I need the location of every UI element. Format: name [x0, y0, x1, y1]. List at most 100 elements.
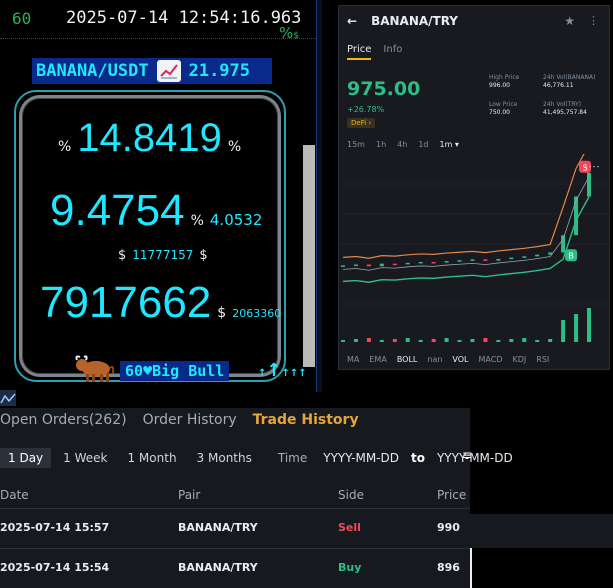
candle: [509, 257, 514, 260]
candle: [444, 261, 449, 263]
candle: [522, 256, 527, 258]
tab-order-history[interactable]: Order History: [143, 412, 237, 428]
volume-bar: [405, 338, 410, 342]
tf-15m[interactable]: 15m: [347, 140, 365, 149]
range-1-day[interactable]: 1 Day: [0, 448, 52, 468]
date-from-input[interactable]: YYYY-MM-DD: [323, 451, 399, 465]
share-icon[interactable]: ⋮: [588, 14, 599, 27]
mid-row: 9.4754 % 4.0532: [50, 186, 262, 236]
ticker-card: % 14.8419 % 9.4754 % 4.0532 $ 11777157 $…: [14, 90, 286, 382]
ticker-mini-label: %$: [279, 24, 299, 42]
upper-band-line: [342, 154, 585, 259]
range-3-months[interactable]: 3 Months: [189, 448, 260, 468]
back-arrow-icon[interactable]: ←: [347, 14, 357, 28]
chart-small-icon[interactable]: [0, 390, 16, 406]
tf-1d[interactable]: 1d: [418, 140, 428, 149]
stat-low: Low Price 750.00: [489, 101, 518, 116]
ticker-timestamp: 2025-07-14 12:54:16.963: [66, 8, 302, 28]
stat-high: High Price 996.00: [489, 74, 520, 89]
tab-info[interactable]: Info: [383, 44, 402, 60]
ticker-pair-name: BANANA/USDT: [36, 61, 149, 81]
row-pair: BANANA/TRY: [178, 521, 258, 534]
indicator-bar: MA EMA BOLL nan VOL MACD KDJ RSI: [339, 355, 609, 364]
row-side: Sell: [338, 521, 361, 534]
star-icon[interactable]: ★: [564, 14, 575, 28]
tf-1m[interactable]: 1m ▾: [440, 140, 459, 149]
table-row[interactable]: 2025-07-14 15:54 BANANA/TRY Buy 896: [0, 548, 470, 584]
volume-bar: [457, 340, 462, 342]
candle: [587, 172, 591, 197]
candle: [405, 262, 410, 265]
sell-marker-label: S: [582, 163, 587, 172]
defi-tag[interactable]: DeFi ›: [347, 118, 376, 128]
mid-small-value: 4.0532: [209, 211, 263, 229]
low-value: 7917662: [40, 278, 212, 327]
candle: [353, 264, 358, 267]
volume-bar: [353, 339, 358, 342]
row-side: Buy: [338, 561, 362, 574]
bull-icon: [74, 354, 116, 388]
ticker-pair-bar: BANANA/USDT 21.975: [32, 58, 272, 84]
panel-divider: [316, 0, 322, 392]
range-1-month[interactable]: 1 Month: [119, 448, 184, 468]
ind-ma[interactable]: MA: [347, 355, 359, 364]
mobile-chart-panel: ← BANANA/TRY ★ ⋮ Price Info 975.00 +26.7…: [338, 5, 611, 370]
volume-bar: [392, 339, 397, 342]
row-date: 2025-07-14 15:54: [0, 561, 110, 574]
range-1-week[interactable]: 1 Week: [55, 448, 115, 468]
volume-bar: [548, 339, 553, 342]
mobile-tabs: Price Info: [347, 44, 402, 60]
volume-row: $ 11777157 $: [118, 248, 208, 263]
volume-bar: [431, 339, 436, 342]
volume-bar: [379, 340, 384, 342]
trade-tabs: Open Orders(262) Order History Trade His…: [0, 412, 359, 428]
ind-rsi[interactable]: RSI: [536, 355, 549, 364]
pct-unit-right: %: [227, 139, 242, 155]
ind-vol[interactable]: VOL: [452, 355, 468, 364]
timeframe-selector: 15m 1h 4h 1d 1m ▾: [347, 140, 459, 149]
tf-4h[interactable]: 4h: [397, 140, 407, 149]
ticker-pair-value: 21.975: [188, 61, 251, 81]
table-row[interactable]: 2025-07-14 15:57 BANANA/TRY Sell 990: [0, 508, 470, 544]
candle: [341, 265, 345, 267]
ind-nan[interactable]: nan: [427, 355, 442, 364]
filter-icon[interactable]: ≡: [462, 448, 472, 462]
scrollbar[interactable]: [303, 145, 315, 367]
volume-bar: [522, 338, 527, 342]
candle: [561, 235, 566, 253]
ticker-card-inner: % 14.8419 % 9.4754 % 4.0532 $ 11777157 $…: [22, 98, 281, 382]
ind-boll[interactable]: BOLL: [397, 355, 418, 364]
volume-bar: [574, 314, 579, 342]
volume-bar: [418, 340, 423, 342]
candle: [470, 259, 475, 261]
vol-value: 11777157: [132, 248, 194, 262]
pct-unit-left: %: [58, 139, 72, 155]
trade-history-panel: Open Orders(262) Order History Trade His…: [0, 408, 513, 588]
date-to-input[interactable]: YYYY-MM-DD: [437, 451, 513, 465]
candle: [418, 261, 423, 264]
tab-trade-history[interactable]: Trade History: [253, 412, 359, 428]
volume-bar: [509, 339, 514, 342]
ind-kdj[interactable]: KDJ: [513, 355, 527, 364]
ind-ema[interactable]: EMA: [369, 355, 386, 364]
tf-1h[interactable]: 1h: [376, 140, 386, 149]
bull-badge: 60♥Big Bull: [74, 354, 230, 388]
vol-unit-right: $: [199, 248, 208, 263]
buy-marker-label: B: [568, 252, 574, 261]
tab-open-orders[interactable]: Open Orders(262): [0, 412, 127, 428]
divider: [0, 38, 316, 39]
right-strip: [470, 514, 613, 548]
pct-row: % 14.8419 %: [58, 116, 241, 161]
volume-bar: [587, 308, 591, 342]
low-unit: $: [217, 305, 227, 321]
low-small-value: 2063360: [232, 307, 282, 320]
tab-price[interactable]: Price: [347, 44, 372, 60]
ind-macd[interactable]: MACD: [479, 355, 503, 364]
pct-value: 14.8419: [77, 116, 222, 160]
volume-bar: [341, 340, 345, 342]
table-header: Date Pair Side Price: [0, 484, 470, 508]
price-chart[interactable]: SB: [339, 154, 611, 350]
ticker-panel: 60 2025-07-14 12:54:16.963 %$ BANANA/USD…: [0, 0, 322, 392]
low-row: 7917662 $ 2063360: [40, 278, 281, 328]
col-date: Date: [0, 488, 29, 502]
